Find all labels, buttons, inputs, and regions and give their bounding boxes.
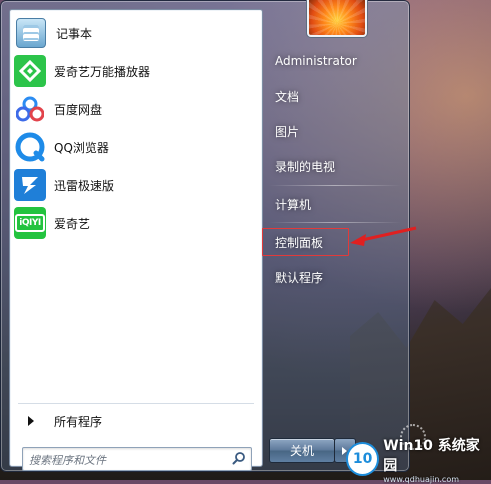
program-item-iqiyi[interactable]: iQIYI 爱奇艺 [10,204,262,242]
right-item-label: 计算机 [275,197,312,212]
program-label: 百度网盘 [54,102,103,117]
right-item-control-panel[interactable]: 控制面板 [262,228,349,256]
notepad-icon [16,18,46,48]
search-input[interactable] [27,450,227,470]
baidu-netdisk-icon [14,93,46,125]
right-item-user[interactable]: Administrator [263,47,403,75]
right-item-label: Administrator [275,54,357,68]
search-icon[interactable] [232,451,246,465]
start-menu-programs-pane: 记事本 爱奇艺万能播放器 百度网盘 QQ浏览器 迅雷极速版 iQIYI 爱奇艺 … [9,9,263,471]
iqiyi-icon: iQIYI [14,207,46,239]
shutdown-label: 关机 [289,444,314,458]
right-item-default-programs[interactable]: 默认程序 [263,263,403,291]
program-item-xunlei[interactable]: 迅雷极速版 [10,166,262,204]
pinned-programs-list: 记事本 爱奇艺万能播放器 百度网盘 QQ浏览器 迅雷极速版 iQIYI 爱奇艺 [10,14,262,242]
right-item-documents[interactable]: 文档 [263,82,403,110]
iqiyi-player-icon [14,55,46,87]
separator [269,222,401,223]
xunlei-icon [14,169,46,201]
right-item-computer[interactable]: 计算机 [263,190,403,218]
program-item-baidu-netdisk[interactable]: 百度网盘 [10,90,262,128]
right-item-recorded-tv[interactable]: 录制的电视 [263,152,403,180]
program-label: 爱奇艺 [54,216,91,231]
qq-browser-icon [14,131,46,163]
watermark-title: Win10 系统家园 [383,437,480,474]
program-label: 爱奇艺万能播放器 [54,64,151,79]
right-item-label: 图片 [275,124,300,139]
program-label: 记事本 [56,26,93,41]
watermark-logo-icon: 10 [346,442,380,476]
separator [269,185,401,186]
watermark-text: Win10 系统家园 www.qdhuajin.com [383,435,491,484]
right-item-label: 录制的电视 [275,159,336,174]
program-item-notepad[interactable]: 记事本 [10,14,262,52]
right-item-pictures[interactable]: 图片 [263,117,403,145]
all-programs-button[interactable]: 所有程序 [20,410,250,432]
annotation-arrow-icon [350,226,417,246]
all-programs-label: 所有程序 [54,414,103,429]
watermark: 10 Win10 系统家园 www.qdhuajin.com [346,438,491,484]
chevron-right-icon [28,416,34,426]
right-item-label: 控制面板 [275,235,324,250]
watermark-url: www.qdhuajin.com [383,474,460,484]
user-account-picture[interactable] [307,0,367,37]
program-label: QQ浏览器 [54,140,109,155]
program-label: 迅雷极速版 [54,178,115,193]
program-item-qq-browser[interactable]: QQ浏览器 [10,128,262,166]
watermark-logo-text: 10 [352,451,373,467]
right-item-label: 默认程序 [275,270,324,285]
right-item-label: 文档 [275,89,300,104]
program-item-iqiyi-player[interactable]: 爱奇艺万能播放器 [10,52,262,90]
search-box[interactable] [22,447,252,471]
separator [18,403,254,404]
shutdown-button[interactable]: 关机 [269,438,335,463]
